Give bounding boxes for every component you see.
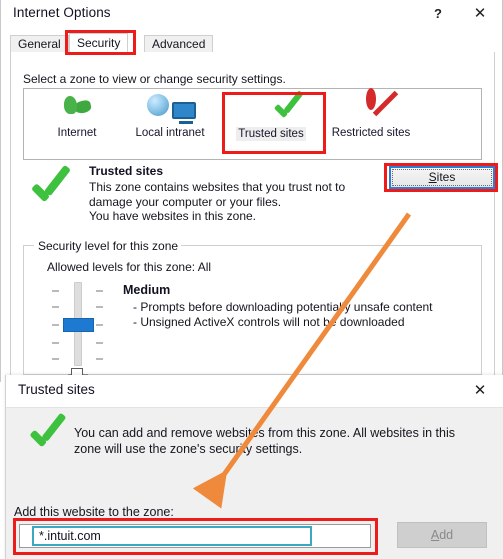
zone-item-local-intranet[interactable]: Local intranet — [118, 93, 222, 157]
add-button[interactable]: Add — [397, 522, 487, 548]
internet-options-dialog: Internet Options ? ✕ General Security Ad… — [0, 0, 503, 382]
slider-tick — [96, 342, 103, 344]
tabstrip: General Security Advanced — [10, 33, 495, 54]
close-icon[interactable]: ✕ — [467, 3, 493, 25]
security-level-details: - Prompts before downloading potentially… — [133, 300, 433, 329]
no-entry-icon — [324, 88, 418, 127]
slider-tick — [96, 324, 103, 326]
globe-icon — [30, 93, 124, 127]
add-website-input-wrap: *.intuit.com — [19, 524, 371, 548]
page-title: Internet Options — [13, 5, 111, 20]
zone-label-internet: Internet — [57, 127, 97, 139]
slider-tick — [52, 324, 59, 326]
slider-thumb[interactable] — [63, 318, 94, 332]
zone-item-internet[interactable]: Internet — [30, 93, 124, 157]
selected-zone-description: This zone contains websites that you tru… — [89, 180, 346, 223]
intranet-icon — [118, 93, 222, 127]
slider-tick — [52, 290, 59, 292]
zone-label-local-intranet: Local intranet — [135, 127, 205, 139]
security-level-slider[interactable] — [46, 282, 110, 377]
tab-general[interactable]: General — [10, 35, 69, 53]
trusted-sites-titlebar: Trusted sites ✕ — [6, 375, 503, 407]
security-level-group-title: Security level for this zone — [35, 239, 182, 253]
slider-tick — [52, 342, 59, 344]
slider-tick — [52, 306, 59, 308]
zone-item-trusted-sites[interactable]: Trusted sites — [224, 93, 318, 157]
tab-advanced[interactable]: Advanced — [144, 35, 214, 53]
slider-tick — [96, 290, 103, 292]
security-level-name: Medium — [123, 283, 171, 297]
help-icon[interactable]: ? — [425, 3, 451, 25]
titlebar: Internet Options ? ✕ — [1, 0, 502, 28]
green-check-icon — [224, 93, 318, 127]
green-check-icon — [26, 416, 69, 456]
add-button-label: Add — [430, 528, 454, 542]
add-website-input[interactable]: *.intuit.com — [32, 526, 312, 546]
selected-zone-check-icon — [27, 168, 73, 211]
slider-tick — [96, 358, 103, 360]
trusted-sites-info-text: You can add and remove websites from thi… — [74, 426, 455, 456]
slider-tick — [96, 306, 103, 308]
allowed-levels-label: Allowed levels for this zone: All — [47, 260, 212, 274]
select-zone-label: Select a zone to view or change security… — [23, 72, 286, 86]
zone-label-trusted-sites: Trusted sites — [236, 127, 306, 141]
add-website-label: Add this website to the zone: — [14, 505, 174, 519]
zone-label-restricted-sites: Restricted sites — [331, 127, 411, 139]
zone-item-restricted-sites[interactable]: Restricted sites — [324, 88, 418, 157]
selected-zone-name: Trusted sites — [89, 164, 164, 178]
sites-button-label: Sites — [428, 170, 456, 184]
close-icon[interactable]: ✕ — [468, 381, 492, 401]
slider-tick — [52, 358, 59, 360]
trusted-sites-title: Trusted sites — [18, 382, 95, 397]
tab-security[interactable]: Security — [69, 33, 129, 54]
sites-button[interactable]: Sites — [389, 166, 495, 189]
zone-selector: Internet Local intranet Trusted sites Re… — [23, 88, 482, 160]
